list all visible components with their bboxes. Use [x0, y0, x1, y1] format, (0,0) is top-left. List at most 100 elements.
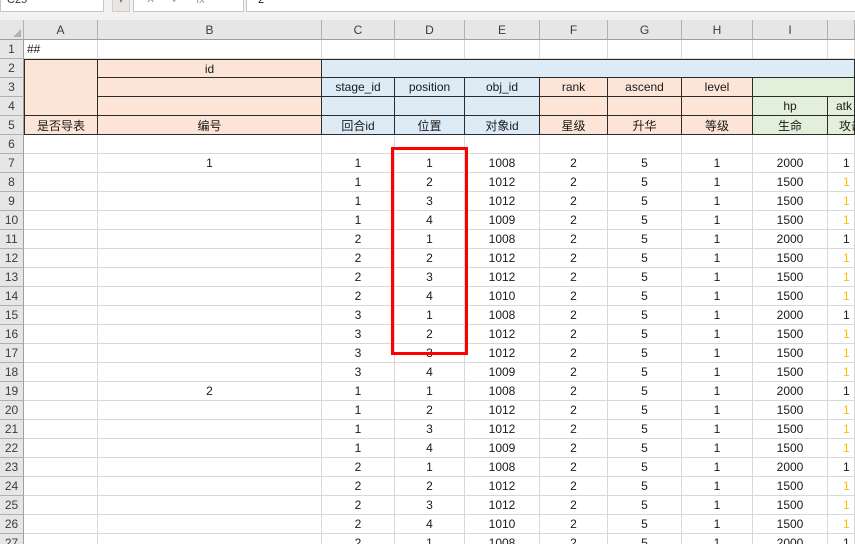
cell-J15[interactable]: 1: [828, 306, 855, 325]
cell-E22[interactable]: 1009: [465, 439, 540, 458]
cell-E9[interactable]: 1012: [465, 192, 540, 211]
cell-E15[interactable]: 1008: [465, 306, 540, 325]
cell-G14[interactable]: 5: [608, 287, 682, 306]
row-header-3[interactable]: 3: [0, 78, 24, 97]
cell-A6[interactable]: [24, 135, 98, 154]
cell-A9[interactable]: [24, 192, 98, 211]
row-header-6[interactable]: 6: [0, 135, 24, 154]
cell-D18[interactable]: 4: [395, 363, 465, 382]
cell-J4[interactable]: atk: [828, 97, 855, 116]
cell-I12[interactable]: 1500: [753, 249, 828, 268]
cell-C18[interactable]: 3: [322, 363, 395, 382]
cell-B17[interactable]: [98, 344, 322, 363]
cell-J12[interactable]: 1: [828, 249, 855, 268]
cell-H26[interactable]: 1: [682, 515, 753, 534]
row-header-17[interactable]: 17: [0, 344, 24, 363]
cell-F26[interactable]: 2: [540, 515, 608, 534]
cell-A2-merged[interactable]: [24, 59, 98, 116]
cell-G23[interactable]: 5: [608, 458, 682, 477]
cell-B3[interactable]: [98, 78, 322, 97]
insert-function-icon[interactable]: fx: [196, 0, 205, 7]
cell-B26[interactable]: [98, 515, 322, 534]
cell-I20[interactable]: 1500: [753, 401, 828, 420]
cell-J22[interactable]: 1: [828, 439, 855, 458]
cell-C23[interactable]: 2: [322, 458, 395, 477]
cell-D15[interactable]: 1: [395, 306, 465, 325]
row-header-16[interactable]: 16: [0, 325, 24, 344]
column-header-J-partial[interactable]: [828, 20, 855, 40]
cell-G4[interactable]: [608, 97, 682, 116]
cell-F16[interactable]: 2: [540, 325, 608, 344]
cell-G6[interactable]: [608, 135, 682, 154]
cell-C4[interactable]: [322, 97, 395, 116]
cell-G25[interactable]: 5: [608, 496, 682, 515]
select-all-button[interactable]: [0, 20, 24, 40]
cell-G16[interactable]: 5: [608, 325, 682, 344]
cell-I5[interactable]: 生命: [753, 116, 828, 135]
cell-A16[interactable]: [24, 325, 98, 344]
cell-H3[interactable]: level: [682, 78, 753, 97]
cell-J16[interactable]: 1: [828, 325, 855, 344]
row-header-19[interactable]: 19: [0, 382, 24, 401]
cell-I27[interactable]: 2000: [753, 534, 828, 544]
cell-F22[interactable]: 2: [540, 439, 608, 458]
cell-C1[interactable]: [322, 40, 395, 59]
row-header-5[interactable]: 5: [0, 116, 24, 135]
cell-C22[interactable]: 1: [322, 439, 395, 458]
cell-A11[interactable]: [24, 230, 98, 249]
cell-H11[interactable]: 1: [682, 230, 753, 249]
cell-J24[interactable]: 1: [828, 477, 855, 496]
cell-C25[interactable]: 2: [322, 496, 395, 515]
cell-B7[interactable]: 1: [98, 154, 322, 173]
cell-A26[interactable]: [24, 515, 98, 534]
cell-E13[interactable]: 1012: [465, 268, 540, 287]
cell-I10[interactable]: 1500: [753, 211, 828, 230]
cell-E3[interactable]: obj_id: [465, 78, 540, 97]
column-header-D[interactable]: D: [395, 20, 465, 40]
cell-E8[interactable]: 1012: [465, 173, 540, 192]
cell-J13[interactable]: 1: [828, 268, 855, 287]
cell-F11[interactable]: 2: [540, 230, 608, 249]
cell-I16[interactable]: 1500: [753, 325, 828, 344]
cell-A22[interactable]: [24, 439, 98, 458]
cell-H25[interactable]: 1: [682, 496, 753, 515]
cell-G13[interactable]: 5: [608, 268, 682, 287]
cell-E19[interactable]: 1008: [465, 382, 540, 401]
cell-B18[interactable]: [98, 363, 322, 382]
cell-J10[interactable]: 1: [828, 211, 855, 230]
cell-C10[interactable]: 1: [322, 211, 395, 230]
cell-I18[interactable]: 1500: [753, 363, 828, 382]
row-header-9[interactable]: 9: [0, 192, 24, 211]
cell-E25[interactable]: 1012: [465, 496, 540, 515]
cell-B24[interactable]: [98, 477, 322, 496]
cell-E4[interactable]: [465, 97, 540, 116]
cell-I23[interactable]: 2000: [753, 458, 828, 477]
cell-I26[interactable]: 1500: [753, 515, 828, 534]
cell-F18[interactable]: 2: [540, 363, 608, 382]
cell-G17[interactable]: 5: [608, 344, 682, 363]
cell-J19[interactable]: 1: [828, 382, 855, 401]
cell-H1[interactable]: [682, 40, 753, 59]
cell-B6[interactable]: [98, 135, 322, 154]
cell-F8[interactable]: 2: [540, 173, 608, 192]
cell-D26[interactable]: 4: [395, 515, 465, 534]
cell-C11[interactable]: 2: [322, 230, 395, 249]
row-header-18[interactable]: 18: [0, 363, 24, 382]
cell-B11[interactable]: [98, 230, 322, 249]
cell-J14[interactable]: 1: [828, 287, 855, 306]
cell-F19[interactable]: 2: [540, 382, 608, 401]
cell-A19[interactable]: [24, 382, 98, 401]
cell-C9[interactable]: 1: [322, 192, 395, 211]
cell-F7[interactable]: 2: [540, 154, 608, 173]
cell-I11[interactable]: 2000: [753, 230, 828, 249]
formula-bar-input[interactable]: 2: [246, 0, 855, 12]
cell-F4[interactable]: [540, 97, 608, 116]
row-header-10[interactable]: 10: [0, 211, 24, 230]
row-header-2[interactable]: 2: [0, 59, 24, 78]
column-header-A[interactable]: A: [24, 20, 98, 40]
cell-H22[interactable]: 1: [682, 439, 753, 458]
cell-B22[interactable]: [98, 439, 322, 458]
cell-E26[interactable]: 1010: [465, 515, 540, 534]
cell-I1[interactable]: [753, 40, 828, 59]
cell-A21[interactable]: [24, 420, 98, 439]
